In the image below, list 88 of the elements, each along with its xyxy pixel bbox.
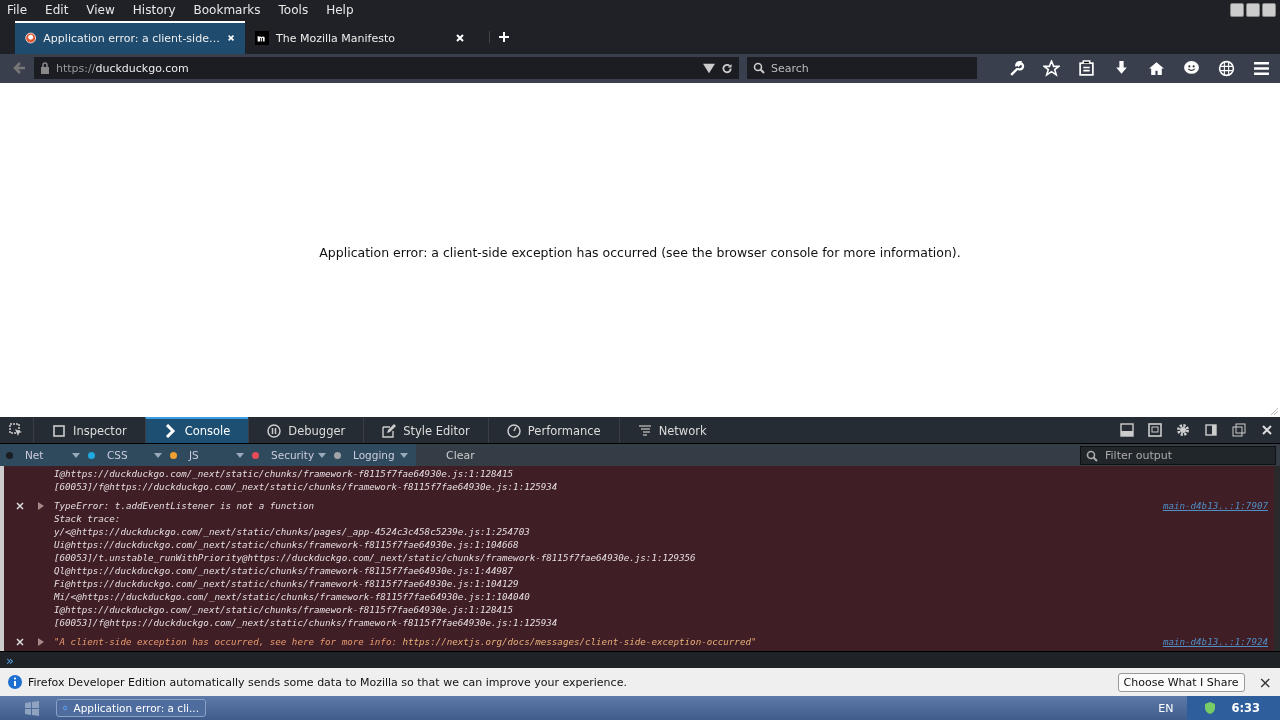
source-link[interactable]: main-d4b13..:1:7907 [1162, 500, 1268, 512]
gauge-icon [506, 424, 521, 439]
info-icon [8, 675, 22, 690]
wrench-icon[interactable] [1008, 59, 1025, 77]
stack-trace-line: [60053]/f@https://duckduckgo.com/_next/static/chunks/framework-f8115f7fae64930e.js:1:125934 [54, 617, 558, 629]
menu-item[interactable]: Tools [278, 3, 309, 18]
menu-item[interactable]: Bookmarks [193, 3, 261, 18]
filter-button[interactable]: Security [271, 449, 318, 462]
close-button[interactable]: × [1258, 672, 1272, 692]
chevron-icon [163, 424, 178, 439]
pause-icon [267, 424, 282, 439]
clipboard-icon[interactable] [1078, 59, 1095, 77]
source-link[interactable]: main-d4b13..:1:7924 [1162, 636, 1268, 648]
devtools-tab[interactable]: Style Editor [363, 417, 488, 444]
stack-trace-line: Ui@https://duckduckgo.com/_next/static/chunks/framework-f8115f7fae64930e.js:1:104668 [54, 539, 519, 551]
plus-icon[interactable] [489, 31, 510, 44]
square-icon [52, 424, 66, 439]
shield-icon[interactable] [1203, 701, 1218, 716]
expand-triangle-icon[interactable] [38, 501, 44, 510]
stack-trace-line: Fi@https://duckduckgo.com/_next/static/chunks/framework-f8115f7fae64930e.js:1:104129 [54, 578, 519, 590]
menu-item[interactable]: File [7, 3, 28, 18]
menu-item[interactable]: History [132, 3, 176, 18]
devtools-tab[interactable]: Inspector [33, 417, 145, 444]
caret-icon[interactable] [400, 452, 408, 458]
split-console-icon[interactable] [1120, 423, 1134, 438]
devtools-tab[interactable]: Network [618, 417, 725, 444]
element-picker-icon[interactable] [9, 423, 23, 438]
stack-trace-line: Mi/<@https://duckduckgo.com/_next/static/chunks/framework-f8115f7fae64930e.js:1:104040 [54, 591, 530, 603]
menu-item[interactable]: Help [326, 3, 354, 18]
windows-logo-icon[interactable] [24, 700, 40, 717]
error-x-icon [16, 637, 24, 646]
filter-field[interactable]: Filter output [1080, 445, 1276, 465]
resize-grip-icon[interactable] [1270, 407, 1278, 416]
link[interactable]: https://nextjs.org/docs/messages/client-side-exception-occurred [402, 636, 751, 648]
download-icon[interactable] [1113, 59, 1130, 77]
dropdown-triangle-icon[interactable] [703, 62, 715, 74]
separate-window-icon[interactable] [1232, 423, 1246, 438]
duck-logo-icon [25, 31, 37, 46]
search-field[interactable]: Search [747, 57, 977, 80]
filter-button[interactable]: JS [189, 449, 236, 462]
home-icon[interactable] [1148, 59, 1165, 77]
address-bar[interactable]: https://duckduckgo.com [34, 57, 739, 80]
menu-icon[interactable] [1253, 59, 1270, 77]
network-icon [637, 424, 652, 439]
stack-trace-line: Ql@https://duckduckgo.com/_next/static/chunks/framework-f8115f7fae64930e.js:1:44987 [54, 565, 514, 577]
error-message: Application error: a client-side exception has occurred (see the browser console for more information). [319, 244, 961, 260]
dock-side-icon[interactable] [1204, 423, 1218, 438]
mozilla-m-icon [255, 31, 269, 46]
error-x-icon [16, 501, 24, 510]
browser-tab[interactable]: The Mozilla Manifesto [245, 20, 475, 54]
star-icon[interactable] [1043, 59, 1060, 77]
error-text: TypeError: t.addEventListener is not a function [54, 500, 314, 512]
devtools-tab[interactable]: Performance [487, 417, 619, 444]
reload-icon[interactable] [721, 62, 733, 74]
globe-wrench-icon[interactable] [1218, 59, 1235, 77]
expand-triangle-icon[interactable] [38, 637, 44, 646]
language-indicator[interactable]: EN [1158, 701, 1174, 715]
search-icon [753, 62, 765, 75]
pencil-icon [382, 424, 397, 439]
browser-tab[interactable]: Application error: a client-side… [15, 20, 245, 54]
devtools-tab[interactable]: Console [144, 417, 249, 444]
filter-button[interactable]: Net [25, 449, 72, 462]
taskbar-button[interactable]: Application error: a cli... [56, 699, 206, 718]
devtools-tab[interactable]: Debugger [248, 417, 364, 444]
stack-trace-line: I@https://duckduckgo.com/_next/static/chunks/framework-f8115f7fae64930e.js:1:128415 [54, 604, 514, 616]
caret-icon[interactable] [72, 452, 80, 458]
filter-button[interactable]: CSS [107, 449, 154, 462]
search-icon [1086, 449, 1098, 462]
clock: 6:33 [1231, 701, 1260, 716]
clear-button[interactable]: Clear [440, 447, 481, 463]
lock-icon [40, 62, 50, 75]
stack-trace-line: [60053]/t.unstable_runWithPriority@https://duckduckgo.com/_next/static/chunks/framework-f8115f7fae64930e.js:1:129356 [54, 552, 696, 564]
responsive-icon[interactable] [1148, 423, 1162, 438]
caret-icon[interactable] [318, 452, 326, 458]
filter-button[interactable]: Logging [353, 449, 400, 462]
stack-trace-line: [60053]/f@https://duckduckgo.com/_next/static/chunks/framework-f8115f7fae64930e.js:1:125934 [54, 481, 558, 493]
smiley-icon[interactable] [1183, 59, 1200, 77]
menu-item[interactable]: View [86, 3, 115, 18]
notification-text: Firefox Developer Edition automatically sends some data to Mozilla so that we can improve your experience. [28, 675, 627, 689]
caret-icon[interactable] [154, 452, 162, 458]
stack-trace-line: y/<@https://duckduckgo.com/_next/static/chunks/pages/_app-4524c3c458c5239e.js:1:254703 [54, 526, 530, 538]
stack-trace-line: I@https://duckduckgo.com/_next/static/chunks/framework-f8115f7fae64930e.js:1:128415 [54, 468, 514, 480]
error-text: "A client-side exception has occurred, see here for more info: https://nextjs.org/docs/messages/client-side-exception-occurred" [54, 636, 757, 648]
menu-item[interactable]: Edit [45, 3, 69, 18]
caret-icon[interactable] [236, 452, 244, 458]
settings-icon[interactable] [1176, 423, 1190, 438]
stack-trace-heading: Stack trace: [54, 513, 121, 525]
choose-button[interactable]: Choose What I Share [1117, 672, 1245, 692]
